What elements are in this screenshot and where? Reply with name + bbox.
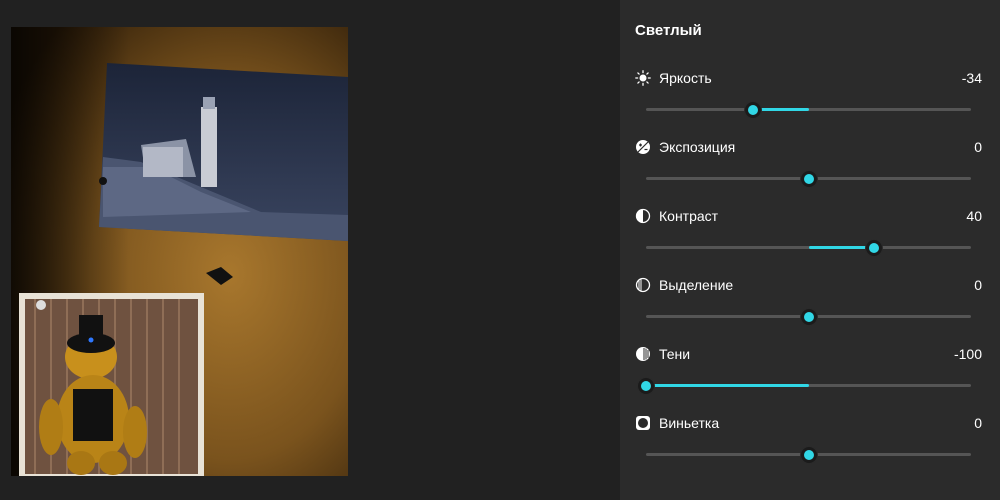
vignette-icon bbox=[635, 415, 651, 431]
sun-icon bbox=[635, 70, 651, 86]
exposure-icon bbox=[635, 139, 651, 155]
edited-photo bbox=[11, 27, 348, 476]
shadows-control: Тени -100 bbox=[620, 346, 1000, 415]
slider-fill bbox=[646, 384, 809, 387]
photo-image bbox=[11, 27, 348, 476]
contrast-control: Контраст 40 bbox=[620, 208, 1000, 277]
slider-track[interactable] bbox=[646, 108, 971, 111]
contrast-icon bbox=[635, 208, 651, 224]
shadows-value: -100 bbox=[953, 346, 982, 362]
panel-title: Светлый bbox=[635, 22, 702, 39]
shadows-slider[interactable] bbox=[638, 378, 971, 394]
vignette-control: Виньетка 0 bbox=[620, 415, 1000, 484]
slider-thumb[interactable] bbox=[800, 447, 817, 463]
slider-thumb[interactable] bbox=[865, 240, 882, 256]
slider-fill bbox=[753, 108, 809, 111]
contrast-value: 40 bbox=[966, 208, 982, 224]
slider-thumb[interactable] bbox=[745, 102, 762, 118]
image-canvas bbox=[0, 0, 620, 500]
slider-thumb[interactable] bbox=[638, 378, 654, 394]
highlights-slider[interactable] bbox=[646, 309, 971, 325]
shadows-label: Тени bbox=[659, 346, 691, 362]
slider-thumb[interactable] bbox=[800, 171, 817, 187]
vignette-label: Виньетка bbox=[659, 415, 720, 431]
adjust-panel: Светлый Яркость -34 Экспозиция 0 Контрас… bbox=[620, 0, 1000, 500]
highlights-icon bbox=[635, 277, 651, 293]
exposure-slider[interactable] bbox=[646, 171, 971, 187]
exposure-value: 0 bbox=[974, 139, 982, 155]
contrast-label: Контраст bbox=[659, 208, 719, 224]
brightness-label: Яркость bbox=[659, 70, 712, 86]
slider-thumb[interactable] bbox=[800, 309, 817, 325]
brightness-slider[interactable] bbox=[646, 102, 971, 118]
exposure-control: Экспозиция 0 bbox=[620, 139, 1000, 208]
highlights-value: 0 bbox=[974, 277, 982, 293]
exposure-label: Экспозиция bbox=[659, 139, 736, 155]
vignette-slider[interactable] bbox=[646, 447, 971, 463]
shadows-icon bbox=[635, 346, 651, 362]
slider-fill bbox=[808, 246, 874, 249]
highlights-label: Выделение bbox=[659, 277, 734, 293]
brightness-control: Яркость -34 bbox=[620, 70, 1000, 139]
brightness-value: -34 bbox=[961, 70, 982, 86]
highlights-control: Выделение 0 bbox=[620, 277, 1000, 346]
contrast-slider[interactable] bbox=[646, 240, 971, 256]
vignette-value: 0 bbox=[974, 415, 982, 431]
